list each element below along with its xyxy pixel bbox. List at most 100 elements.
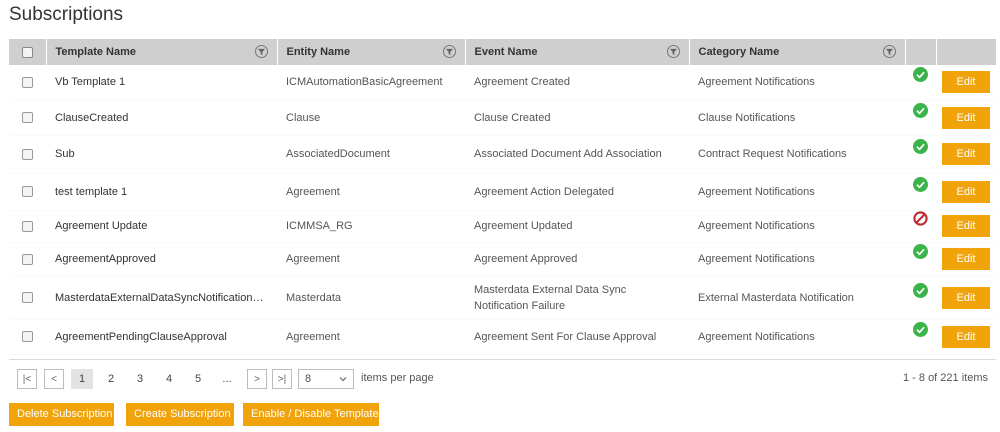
edit-button[interactable]: Edit: [942, 180, 990, 203]
enable-disable-template-button[interactable]: Enable / Disable Template: [243, 403, 379, 426]
last-page-button[interactable]: >|: [272, 369, 292, 389]
table-row[interactable]: test template 1 Agreement Agreement Action…: [9, 173, 996, 211]
status-cell: [905, 173, 936, 211]
page-number[interactable]: 2: [100, 369, 122, 389]
edit-cell: Edit: [936, 319, 996, 355]
row-checkbox[interactable]: [22, 253, 33, 265]
delete-subscription-button[interactable]: Delete Subscription: [9, 403, 114, 426]
enabled-check-icon: [913, 282, 928, 298]
edit-button[interactable]: Edit: [942, 106, 990, 129]
enabled-check-icon: [913, 102, 928, 118]
create-subscription-button[interactable]: Create Subscription: [126, 403, 234, 426]
entity-name-cell: Masterdata: [277, 276, 465, 320]
edit-cell: Edit: [936, 210, 996, 243]
row-checkbox[interactable]: [22, 186, 33, 198]
header-entity-name[interactable]: Entity Name: [277, 39, 466, 65]
next-page-button[interactable]: >: [247, 369, 267, 389]
edit-button[interactable]: Edit: [942, 71, 990, 94]
page-ellipsis[interactable]: ...: [216, 369, 238, 389]
edit-button[interactable]: Edit: [942, 143, 990, 165]
header-status: [905, 39, 937, 65]
edit-button[interactable]: Edit: [942, 248, 990, 270]
category-name-cell: Agreement Notifications: [689, 319, 905, 355]
table-row[interactable]: AgreementPendingClauseApproval Agreement A…: [9, 319, 996, 355]
row-checkbox[interactable]: [22, 76, 33, 88]
category-name-cell: Clause Notifications: [689, 100, 905, 136]
event-name-cell: Associated Document Add Association: [465, 135, 689, 174]
row-checkbox[interactable]: [22, 148, 33, 160]
header-event-name[interactable]: Event Name: [465, 39, 690, 65]
table-row[interactable]: Sub AssociatedDocument Associated Document…: [9, 135, 996, 174]
page-number[interactable]: 1: [71, 369, 93, 389]
row-checkbox[interactable]: [22, 112, 33, 124]
category-name-cell: External Masterdata Notification: [689, 276, 905, 320]
disabled-block-icon: [913, 211, 928, 226]
pager-info: 1 - 8 of 221 items: [903, 372, 988, 384]
row-select-cell: [9, 173, 46, 211]
status-cell: [905, 135, 936, 174]
filter-icon[interactable]: [882, 45, 896, 58]
table-row[interactable]: AgreementApproved Agreement Agreement Appr…: [9, 242, 996, 277]
event-name-cell: Agreement Approved: [465, 242, 689, 277]
header-template-name[interactable]: Template Name: [46, 39, 278, 65]
event-name-cell: Masterdata External Data Sync Notificati…: [465, 276, 689, 320]
header-label: Event Name: [474, 46, 538, 58]
subscriptions-table: Template Name Entity Name Event Name Cat…: [9, 39, 996, 355]
select-all-checkbox[interactable]: [21, 46, 33, 58]
filter-icon[interactable]: [254, 45, 268, 58]
edit-button[interactable]: Edit: [942, 215, 990, 237]
edit-button[interactable]: Edit: [942, 286, 990, 309]
template-name-cell: Sub: [46, 135, 277, 174]
category-name-cell: Agreement Notifications: [689, 210, 905, 243]
chevron-down-icon: [339, 377, 347, 382]
template-name-cell: AgreementPendingClauseApproval: [46, 319, 277, 355]
prev-page-button[interactable]: <: [44, 369, 64, 389]
page-number[interactable]: 5: [187, 369, 209, 389]
page-size-select[interactable]: 8: [298, 369, 354, 389]
row-checkbox[interactable]: [22, 292, 33, 304]
row-select-cell: [9, 276, 46, 320]
enabled-check-icon: [913, 176, 928, 192]
template-name-cell: Agreement Update: [46, 210, 277, 243]
header-category-name[interactable]: Category Name: [689, 39, 906, 65]
row-select-cell: [9, 319, 46, 355]
entity-name-cell: Agreement: [277, 242, 465, 277]
edit-cell: Edit: [936, 242, 996, 277]
first-page-button[interactable]: |<: [17, 369, 37, 389]
edit-cell: Edit: [936, 276, 996, 320]
edit-cell: Edit: [936, 173, 996, 211]
entity-name-cell: Agreement: [277, 173, 465, 211]
page-number[interactable]: 3: [129, 369, 151, 389]
row-checkbox[interactable]: [22, 331, 33, 343]
status-cell: [905, 319, 936, 355]
enabled-check-icon: [913, 67, 928, 83]
enabled-check-icon: [913, 321, 928, 337]
header-label: Category Name: [698, 46, 780, 58]
status-cell: [905, 276, 936, 320]
page-size-label: items per page: [361, 372, 434, 384]
select-all-cell: [9, 39, 47, 65]
edit-button[interactable]: Edit: [942, 325, 990, 348]
category-name-cell: Contract Request Notifications: [689, 135, 905, 174]
template-name-cell: AgreementApproved: [46, 242, 277, 277]
table-row[interactable]: Vb Template 1 ICMAutomationBasicAgreement…: [9, 65, 996, 101]
page-number[interactable]: 4: [158, 369, 180, 389]
filter-icon[interactable]: [666, 45, 680, 58]
table-row[interactable]: MasterdataExternalDataSyncNotificationFa…: [9, 276, 996, 320]
event-name-cell: Clause Created: [465, 100, 689, 136]
template-name-cell: MasterdataExternalDataSyncNotificationFa…: [46, 276, 277, 320]
table-row[interactable]: ClauseCreated Clause Clause Created Clause …: [9, 100, 996, 136]
header-label: Template Name: [55, 46, 137, 58]
row-checkbox[interactable]: [22, 220, 33, 232]
edit-cell: Edit: [936, 135, 996, 174]
row-select-cell: [9, 210, 46, 243]
filter-icon[interactable]: [442, 45, 456, 58]
status-cell: [905, 242, 936, 277]
header-actions: [936, 39, 996, 65]
category-name-cell: Agreement Notifications: [689, 65, 905, 101]
entity-name-cell: ICMMSA_RG: [277, 210, 465, 243]
entity-name-cell: Agreement: [277, 319, 465, 355]
category-name-cell: Agreement Notifications: [689, 242, 905, 277]
table-row[interactable]: Agreement Update ICMMSA_RG Agreement Updat…: [9, 210, 996, 243]
enabled-check-icon: [913, 244, 928, 259]
